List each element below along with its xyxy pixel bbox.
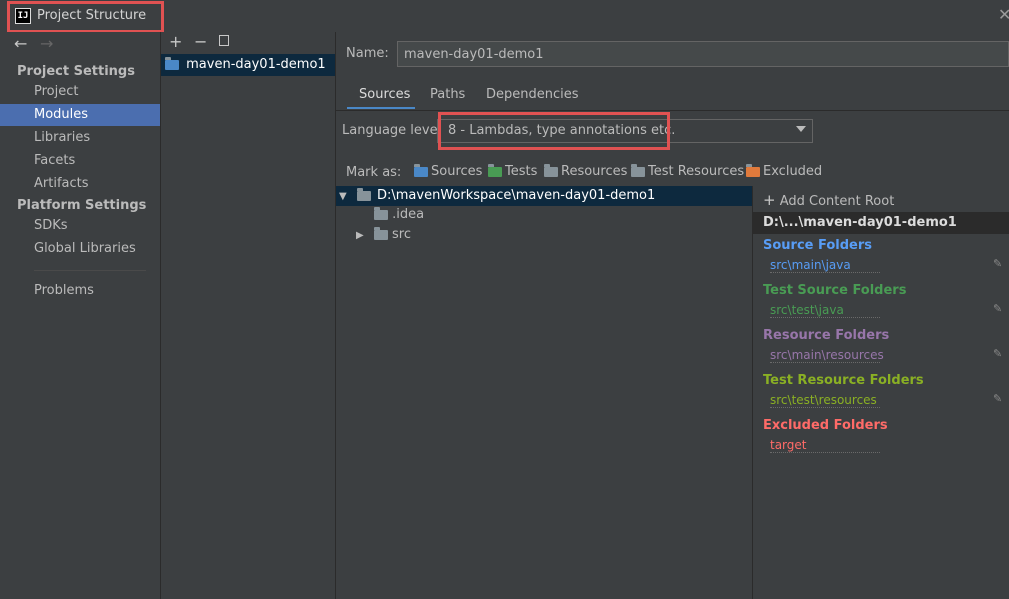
tab-dependencies[interactable]: Dependencies [486, 87, 579, 102]
mark-as-test-resources-button[interactable]: Test Resources [631, 163, 744, 179]
title-bar: IJ Project Structure ✕ [0, 0, 1009, 33]
module-list-item[interactable]: maven-day01-demo1 [161, 54, 335, 76]
sidebar-item-global-libraries[interactable]: Global Libraries [0, 238, 160, 260]
platform-settings-header: Platform Settings [17, 198, 147, 213]
edit-icon[interactable]: ✎ [993, 347, 1002, 360]
sidebar-item-problems[interactable]: Problems [0, 280, 160, 302]
excluded-folder-icon [746, 163, 760, 177]
remove-module-button[interactable]: − [194, 32, 207, 51]
sources-folder-icon [414, 163, 428, 177]
excluded-folders-title: Excluded Folders [763, 418, 888, 433]
add-module-button[interactable]: + [169, 32, 182, 51]
settings-sidebar: ← → Project Settings Project Modules Lib… [0, 32, 161, 599]
resource-folder-path: src\main\resources [770, 348, 884, 363]
module-name-field[interactable] [397, 41, 1009, 67]
resource-folders-title: Resource Folders [763, 328, 890, 343]
project-settings-header: Project Settings [17, 64, 135, 79]
tab-paths[interactable]: Paths [430, 87, 465, 102]
sidebar-divider [34, 270, 146, 271]
mark-as-label: Mark as: [346, 165, 402, 180]
source-folders-title: Source Folders [763, 238, 873, 253]
module-name: maven-day01-demo1 [186, 57, 326, 72]
sidebar-item-facets[interactable]: Facets [0, 150, 160, 172]
sidebar-item-artifacts[interactable]: Artifacts [0, 173, 160, 195]
module-list-panel: + − maven-day01-demo1 [161, 32, 336, 599]
sidebar-item-libraries[interactable]: Libraries [0, 127, 160, 149]
folder-icon [374, 206, 388, 220]
content-root-tree: ▼ D:\mavenWorkspace\maven-day01-demo1 .i… [336, 186, 753, 599]
name-label: Name: [346, 46, 389, 61]
tab-divider [336, 110, 1009, 111]
source-folder-path: src\main\java [770, 258, 880, 273]
tree-root-node[interactable]: ▼ D:\mavenWorkspace\maven-day01-demo1 [336, 186, 752, 206]
mark-as-resources-button[interactable]: Resources [544, 163, 627, 179]
resources-folder-icon [544, 163, 558, 177]
collapsed-arrow-icon[interactable]: ▶ [356, 230, 364, 241]
mark-as-excluded-button[interactable]: Excluded [746, 163, 822, 179]
sidebar-item-modules[interactable]: Modules [0, 104, 160, 126]
plus-icon: + [763, 191, 776, 209]
folder-icon [356, 187, 371, 201]
edit-icon[interactable]: ✎ [993, 257, 1002, 270]
edit-icon[interactable]: ✎ [993, 392, 1002, 405]
module-folder-icon [165, 56, 179, 70]
edit-icon[interactable]: ✎ [993, 302, 1002, 315]
tree-root-label: D:\mavenWorkspace\maven-day01-demo1 [376, 188, 656, 203]
content-root-path: D:\...\maven-day01-demo1 [753, 212, 1009, 234]
title-highlight-box [7, 1, 164, 33]
test-source-folder-path: src\test\java [770, 303, 880, 318]
tree-node-idea[interactable]: .idea [374, 206, 424, 222]
language-level-label: Language level: [342, 123, 446, 138]
arrow-right-icon[interactable]: → [40, 34, 53, 53]
mark-as-sources-button[interactable]: Sources [414, 163, 482, 179]
mark-as-tests-button[interactable]: Tests [488, 163, 537, 179]
module-settings-panel: Name: Sources Paths Dependencies Languag… [336, 32, 1009, 599]
folder-icon [373, 226, 388, 240]
test-resource-folders-title: Test Resource Folders [763, 373, 924, 388]
content-root-panel: + Add Content Root D:\...\maven-day01-de… [753, 186, 1009, 599]
chevron-down-icon [796, 126, 806, 132]
test-source-folders-title: Test Source Folders [763, 283, 907, 298]
active-tab-indicator [347, 107, 415, 109]
tree-node-src[interactable]: ▶ src [356, 226, 411, 242]
arrow-left-icon[interactable]: ← [14, 34, 27, 53]
excluded-folder-path: target [770, 438, 880, 453]
tab-sources[interactable]: Sources [359, 87, 410, 102]
sidebar-item-project[interactable]: Project [0, 81, 160, 103]
copy-icon[interactable] [219, 35, 229, 46]
test-resource-folder-path: src\test\resources [770, 393, 880, 408]
close-icon[interactable]: ✕ [998, 5, 1009, 24]
test-resources-folder-icon [631, 163, 645, 177]
language-level-highlight-box [438, 112, 670, 150]
sidebar-item-sdks[interactable]: SDKs [0, 215, 160, 237]
tests-folder-icon [488, 163, 502, 177]
add-content-root-button[interactable]: + Add Content Root [763, 191, 894, 209]
expanded-arrow-icon[interactable]: ▼ [339, 191, 347, 202]
